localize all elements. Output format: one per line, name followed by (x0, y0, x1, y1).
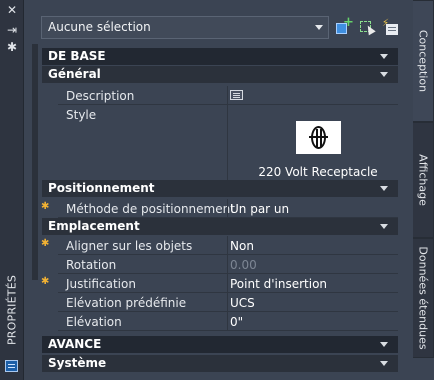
property-row-description[interactable]: Description (42, 86, 398, 105)
auto-hide-icon[interactable]: ⇥ (5, 24, 19, 36)
property-row-preset-elevation[interactable]: Elévation prédéfinie UCS (42, 293, 398, 312)
property-label: Rotation (66, 258, 117, 272)
tab-donnees-etendues[interactable]: Données étendues (413, 238, 434, 358)
collapse-icon (380, 186, 388, 191)
lightning-icon: ⚡ (382, 18, 390, 29)
tab-affichage[interactable]: Affichage (413, 122, 434, 238)
column-divider (227, 312, 228, 331)
grid-left-edge (32, 44, 38, 280)
tab-label: Données étendues (416, 246, 430, 350)
property-row-style[interactable]: Style 220 Volt Receptacle (42, 105, 398, 185)
receptacle-line (320, 129, 322, 147)
palette-tabs: Conception Affichage Données étendues (413, 0, 434, 380)
row-gutter (42, 105, 58, 185)
asterisk-icon: ✱ (41, 238, 50, 249)
row-gutter (42, 255, 58, 274)
property-row-align-to-objects[interactable]: ✱ Aligner sur les objets Non (41, 236, 398, 255)
column-divider (227, 293, 228, 312)
property-label: Elévation (66, 315, 122, 329)
column-divider (227, 86, 228, 105)
section-header-system-label: Système (48, 356, 107, 370)
column-divider (227, 236, 228, 255)
property-label: Méthode de positionnement (66, 202, 235, 216)
chevron-down-icon (315, 25, 323, 30)
settings-icon[interactable]: ✱ (5, 41, 19, 53)
property-label: Style (66, 108, 97, 122)
selection-dropdown-value: Aucune sélection (48, 20, 151, 34)
section-header-base[interactable]: DE BASE (42, 48, 398, 65)
property-row-justification[interactable]: ✱ Justification Point d'insertion (41, 274, 398, 293)
property-label: Description (66, 89, 135, 103)
row-gutter (42, 86, 58, 105)
property-label: Justification (66, 277, 136, 291)
row-gutter (42, 293, 58, 312)
select-objects-button[interactable] (358, 18, 378, 38)
row-gutter: ✱ (41, 274, 58, 293)
collapse-icon (380, 72, 388, 77)
column-divider (227, 199, 228, 218)
section-header-advanced-label: AVANCE (48, 337, 102, 351)
row-gutter: ✱ (41, 199, 58, 218)
toggle-pickadd-button[interactable]: ⚡ (381, 18, 401, 38)
receptacle-line (316, 129, 318, 147)
cursor-icon (364, 23, 376, 36)
collapse-icon (380, 342, 388, 347)
section-header-system[interactable]: Système (42, 355, 398, 372)
close-icon[interactable]: ✕ (5, 4, 19, 16)
tab-label: Affichage (416, 154, 430, 206)
plus-icon: + (343, 15, 354, 30)
property-label: Elévation prédéfinie (66, 296, 187, 310)
property-value[interactable]: 0.00 (230, 258, 257, 272)
section-header-advanced[interactable]: AVANCE (42, 336, 398, 353)
description-edit-icon[interactable] (230, 90, 243, 100)
section-header-location[interactable]: Emplacement (42, 218, 398, 235)
property-value[interactable]: 0" (230, 315, 243, 329)
palette-properties-icon[interactable] (5, 360, 18, 372)
section-header-positioning-label: Positionnement (48, 181, 155, 195)
selection-dropdown[interactable]: Aucune sélection (41, 16, 329, 39)
section-header-location-label: Emplacement (48, 219, 140, 233)
style-preview-image[interactable] (296, 121, 341, 154)
receptacle-line (309, 136, 328, 138)
column-divider (227, 255, 228, 274)
property-row-elevation[interactable]: Elévation 0" (42, 312, 398, 331)
section-header-general[interactable]: Général (42, 66, 398, 83)
quick-select-button[interactable]: + (333, 15, 354, 38)
collapse-icon (380, 54, 388, 59)
property-value[interactable]: UCS (230, 296, 255, 310)
section-header-general-label: Général (48, 67, 101, 81)
row-gutter: ✱ (41, 236, 58, 255)
section-header-positioning[interactable]: Positionnement (42, 180, 398, 197)
row-gutter (42, 312, 58, 331)
asterisk-icon: ✱ (41, 201, 50, 212)
property-value[interactable]: Point d'insertion (230, 277, 327, 291)
collapse-icon (380, 361, 388, 366)
property-value[interactable]: Non (230, 239, 254, 253)
tab-label: Conception (416, 29, 430, 93)
collapse-icon (380, 224, 388, 229)
property-label: Aligner sur les objets (66, 239, 193, 253)
property-value[interactable]: Un par un (230, 202, 289, 216)
style-name: 220 Volt Receptacle (258, 165, 378, 179)
column-divider (227, 274, 228, 293)
palette-left-strip: ✕ ⇥ ✱ PROPRIÉTÉS (0, 0, 24, 380)
palette-title: PROPRIÉTÉS (5, 274, 19, 346)
property-row-positioning-method[interactable]: ✱ Méthode de positionnement Un par un (41, 199, 398, 218)
tab-conception[interactable]: Conception (413, 0, 434, 122)
column-divider (227, 105, 228, 185)
asterisk-icon: ✱ (41, 276, 50, 287)
section-header-base-label: DE BASE (48, 49, 106, 63)
property-row-rotation[interactable]: Rotation 0.00 (42, 255, 398, 274)
